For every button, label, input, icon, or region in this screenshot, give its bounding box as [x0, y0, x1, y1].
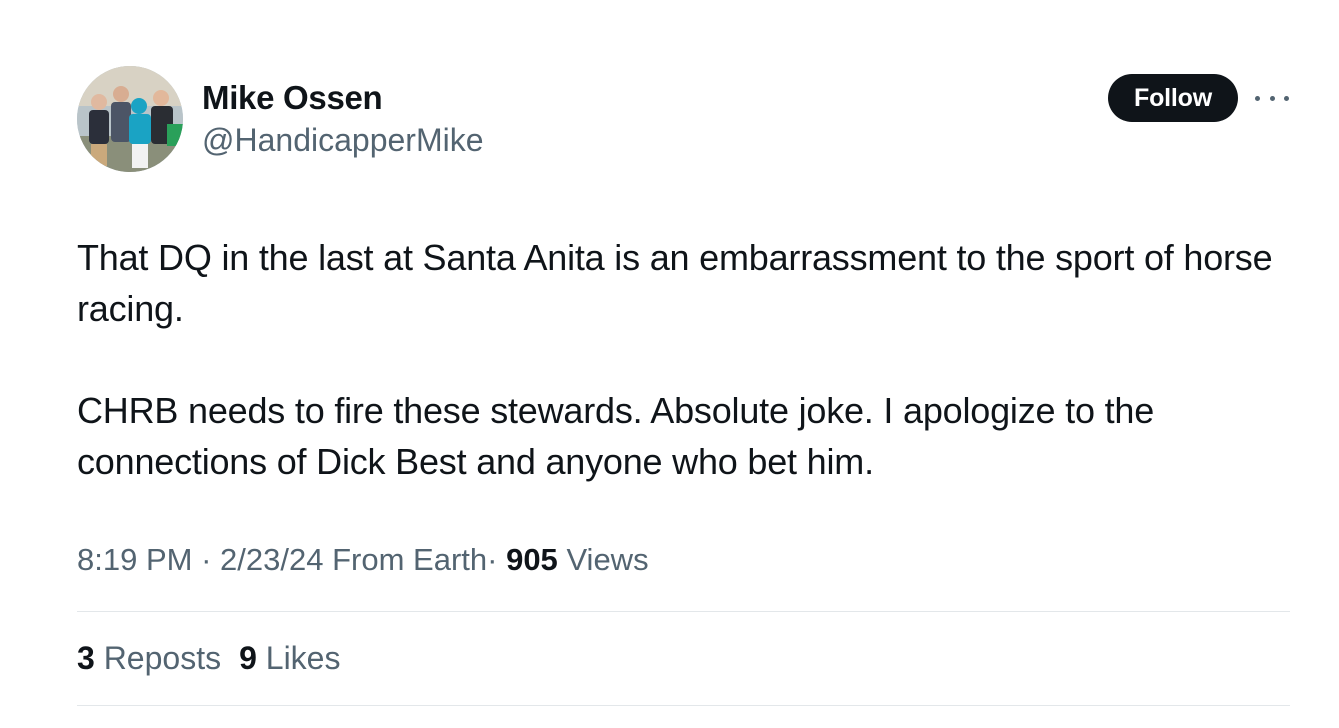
tweet-paragraph: CHRB needs to fire these stewards. Absol…	[77, 390, 1155, 482]
reposts-label: Reposts	[103, 640, 222, 676]
tweet-text: That DQ in the last at Santa Anita is an…	[77, 232, 1292, 487]
tweet-time[interactable]: 8:19 PM	[77, 542, 192, 577]
tweet-source: From Earth	[332, 542, 488, 577]
more-dot	[1284, 95, 1289, 101]
meta-separator: ·	[487, 542, 498, 577]
follow-button[interactable]: Follow	[1108, 74, 1238, 122]
meta-separator: ·	[201, 542, 212, 577]
tweet-paragraph: That DQ in the last at Santa Anita is an…	[77, 237, 1273, 329]
avatar[interactable]	[77, 66, 183, 172]
likes-count: 9	[239, 640, 257, 676]
more-dot	[1269, 95, 1275, 101]
likes-stat[interactable]: 9 Likes	[239, 636, 340, 680]
views-count: 905	[506, 542, 558, 577]
divider	[77, 705, 1290, 706]
reposts-count: 3	[77, 640, 95, 676]
tweet-page: Mike Ossen @HandicapperMike Follow That …	[0, 0, 1339, 728]
views-label: Views	[566, 542, 649, 577]
likes-label: Likes	[265, 640, 341, 676]
divider	[77, 611, 1290, 612]
avatar-photo	[77, 66, 183, 172]
display-name[interactable]: Mike Ossen	[202, 78, 383, 118]
tweet-meta: 8:19 PM · 2/23/24 From Earth· 905 Views	[77, 538, 649, 582]
tweet-date[interactable]: 2/23/24	[220, 542, 323, 577]
more-dot	[1255, 95, 1260, 101]
tweet-stats: 3 Reposts 9 Likes	[77, 636, 340, 680]
user-handle[interactable]: @HandicapperMike	[202, 120, 484, 160]
reposts-stat[interactable]: 3 Reposts	[77, 636, 221, 680]
more-horizontal-icon[interactable]	[1255, 86, 1289, 110]
